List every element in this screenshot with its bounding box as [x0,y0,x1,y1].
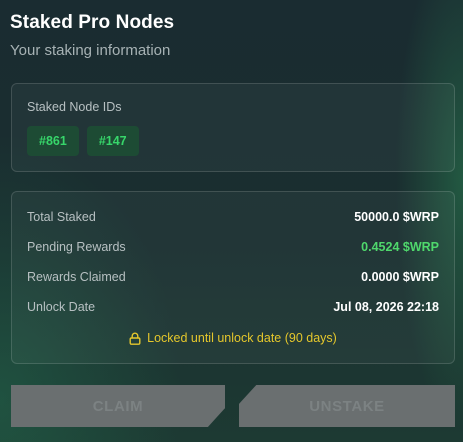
lock-notice: Locked until unlock date (90 days) [12,331,454,345]
staked-pro-nodes-panel: Staked Pro Nodes Your staking informatio… [0,0,463,442]
claim-button[interactable]: CLAIM [11,385,225,427]
lock-icon [129,332,141,345]
rewards-claimed-row: Rewards Claimed 0.0000 $WRP [27,268,439,286]
staked-node-ids-card: Staked Node IDs #861 #147 [11,83,455,172]
node-id-chip: #861 [27,126,79,156]
rewards-claimed-value: 0.0000 $WRP [361,270,439,284]
total-staked-label: Total Staked [27,210,96,224]
total-staked-row: Total Staked 50000.0 $WRP [27,208,439,226]
unlock-date-row: Unlock Date Jul 08, 2026 22:18 [27,298,439,316]
panel-title: Staked Pro Nodes [10,12,175,33]
node-id-chip: #147 [86,126,139,156]
unstake-button[interactable]: UNSTAKE [239,385,455,427]
pending-rewards-label: Pending Rewards [27,240,126,254]
pending-rewards-value: 0.4524 $WRP [361,240,439,254]
unlock-date-label: Unlock Date [27,300,96,314]
unlock-date-value: Jul 08, 2026 22:18 [333,300,439,314]
staked-node-ids-label: Staked Node IDs [27,100,122,114]
staking-stats-card: Total Staked 50000.0 $WRP Pending Reward… [11,191,455,364]
panel-subtitle: Your staking information [10,42,171,59]
total-staked-value: 50000.0 $WRP [354,210,439,224]
rewards-claimed-label: Rewards Claimed [27,270,126,284]
node-id-list: #861 #147 [27,126,139,156]
lock-notice-text: Locked until unlock date (90 days) [147,331,337,345]
pending-rewards-row: Pending Rewards 0.4524 $WRP [27,238,439,256]
